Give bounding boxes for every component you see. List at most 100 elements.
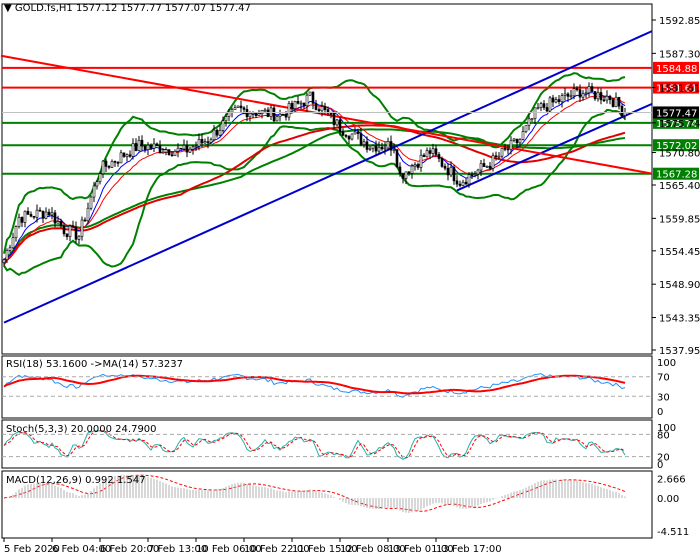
candle: [485, 165, 489, 169]
candle-body: [488, 165, 492, 169]
candle-body: [191, 146, 195, 150]
candle: [413, 162, 417, 171]
candle-body: [203, 141, 207, 144]
candle: [380, 142, 384, 151]
candle: [416, 162, 420, 170]
candle-body: [251, 112, 255, 115]
candle-body: [320, 106, 324, 112]
candle-body: [167, 149, 171, 156]
candle-body: [230, 109, 234, 113]
candle-body: [83, 219, 87, 222]
candle-body: [431, 148, 435, 154]
candle: [563, 87, 567, 101]
candle-body: [335, 119, 339, 126]
candle-body: [158, 145, 162, 154]
candle: [350, 133, 354, 141]
price-plot: [0, 30, 653, 512]
candle: [524, 125, 528, 134]
candle: [50, 207, 54, 220]
candle: [383, 142, 387, 155]
candle-body: [350, 133, 354, 140]
candle-body: [14, 226, 18, 238]
candle-body: [89, 196, 93, 209]
candle-body: [248, 113, 252, 118]
candle-body: [233, 107, 237, 110]
candle: [347, 134, 351, 144]
candle: [422, 153, 426, 158]
indicator-axis-label: 2.666: [657, 475, 686, 486]
ma-red: [3, 124, 626, 266]
candle-body: [482, 163, 486, 167]
candle: [29, 211, 33, 218]
candle: [371, 144, 375, 153]
candle-body: [116, 162, 120, 164]
candle: [584, 88, 588, 99]
candle-body: [299, 102, 303, 105]
candle-body: [305, 94, 309, 107]
candle: [56, 215, 60, 224]
candle: [410, 163, 414, 179]
candle-body: [242, 107, 246, 110]
trendline-1: [456, 102, 653, 192]
candle: [455, 175, 459, 188]
candle: [539, 101, 543, 112]
candle: [407, 171, 411, 176]
candle-body: [452, 167, 456, 182]
candle-body: [296, 101, 300, 104]
price-tick-label: 1581.61: [659, 84, 700, 95]
candle-body: [221, 120, 225, 131]
candle-body: [596, 92, 600, 100]
indicator-axis-label: 100: [657, 358, 676, 369]
candle-body: [344, 134, 348, 137]
candle-body: [536, 107, 540, 109]
candle-body: [593, 91, 597, 100]
candle: [8, 244, 12, 253]
indicator-axis-label: 0: [657, 407, 663, 418]
candle-body: [383, 147, 387, 150]
candle-body: [194, 145, 198, 148]
candle-body: [110, 161, 114, 168]
candle-body: [284, 113, 288, 118]
candle-body: [500, 148, 504, 157]
candle: [131, 138, 135, 160]
candle-body: [581, 93, 585, 98]
candle-body: [440, 158, 444, 167]
candle-body: [341, 131, 345, 136]
candle-body: [503, 148, 507, 150]
candle-body: [290, 103, 294, 109]
candle: [605, 90, 609, 104]
indicator-axis-label: 0: [657, 460, 663, 471]
candle-body: [512, 138, 516, 141]
candle-body: [98, 173, 102, 183]
candle-body: [434, 148, 438, 155]
candle: [452, 165, 456, 185]
candle: [335, 118, 339, 127]
candle-body: [236, 105, 240, 108]
indicator-axis-label: -4.511: [657, 527, 689, 538]
stoch-label: Stoch(5,3,3) 20.0000 24.7900: [6, 424, 157, 435]
candle-body: [563, 93, 567, 96]
candle: [173, 149, 177, 157]
candle: [500, 148, 504, 159]
candle-body: [317, 109, 321, 112]
candle-body: [179, 147, 183, 150]
candle: [107, 165, 111, 170]
candle: [569, 90, 573, 100]
candle-body: [458, 183, 462, 186]
candle-body: [50, 212, 54, 216]
indicator-axis-label: 0.00: [657, 494, 679, 505]
candle: [260, 109, 264, 119]
candle-body: [263, 109, 267, 112]
candle-body: [506, 148, 510, 151]
candle: [14, 225, 18, 242]
candle-body: [26, 210, 30, 215]
price-tick-label: 1565.40: [659, 181, 700, 192]
candle-body: [146, 144, 150, 150]
candle: [125, 153, 129, 162]
candle: [434, 144, 438, 157]
candle-body: [53, 212, 57, 224]
dropdown-triangle-icon[interactable]: ▼: [4, 3, 12, 14]
candle: [554, 96, 558, 104]
candle: [560, 93, 564, 108]
candle: [590, 82, 594, 92]
